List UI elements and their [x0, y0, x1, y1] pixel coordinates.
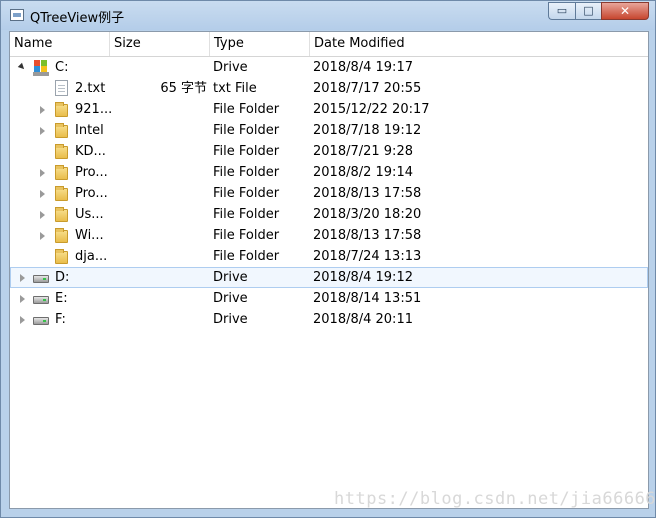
item-type: File Folder — [213, 102, 280, 117]
item-date-modified: 2018/7/24 13:13 — [313, 249, 422, 264]
expand-arrow-icon[interactable] — [40, 169, 45, 177]
expand-arrow-icon[interactable] — [40, 190, 45, 198]
item-date-modified: 2018/8/4 19:17 — [313, 60, 413, 75]
item-type: File Folder — [213, 207, 280, 222]
item-name: KD... — [75, 144, 106, 159]
item-name: Wi... — [75, 228, 104, 243]
item-date-modified: 2018/8/13 17:58 — [313, 228, 422, 243]
expand-arrow-icon[interactable] — [40, 211, 45, 219]
title-bar[interactable]: QTreeView例子 ▭ □ ✕ — [1, 1, 655, 30]
item-type: File Folder — [213, 165, 280, 180]
item-name: F: — [55, 312, 66, 327]
expand-arrow-icon[interactable] — [40, 127, 45, 135]
item-date-modified: 2018/7/18 19:12 — [313, 123, 422, 138]
collapse-arrow-icon[interactable] — [17, 62, 27, 72]
tree-row[interactable]: KD... File Folder 2018/7/21 9:28 — [10, 141, 648, 162]
tree-row[interactable]: D: Drive 2018/8/4 19:12 — [10, 267, 648, 288]
tree-row[interactable]: dja... File Folder 2018/7/24 13:13 — [10, 246, 648, 267]
folder-icon — [55, 228, 68, 243]
expand-arrow-icon[interactable] — [40, 232, 45, 240]
column-header-size[interactable]: Size — [110, 32, 210, 56]
item-date-modified: 2018/8/13 17:58 — [313, 186, 422, 201]
close-button[interactable]: ✕ — [601, 2, 649, 20]
item-date-modified: 2018/3/20 18:20 — [313, 207, 422, 222]
drive-icon — [33, 275, 49, 283]
folder-icon — [55, 102, 68, 117]
folder-icon — [55, 123, 68, 138]
item-type: File Folder — [213, 144, 280, 159]
item-size: 65 字节 — [160, 81, 207, 96]
tree-row[interactable]: Wi... File Folder 2018/8/13 17:58 — [10, 225, 648, 246]
item-type: Drive — [213, 60, 248, 75]
folder-icon — [55, 207, 68, 222]
item-date-modified: 2018/8/4 19:12 — [313, 270, 413, 285]
item-date-modified: 2018/7/17 20:55 — [313, 81, 422, 96]
item-type: Drive — [213, 270, 248, 285]
item-name: 921... — [75, 102, 113, 117]
expand-arrow-icon[interactable] — [20, 274, 25, 282]
tree-view[interactable]: Name Size Type Date Modified C: Drive 2018… — [9, 31, 649, 509]
watermark: https://blog.csdn.net/jia666666 — [334, 489, 656, 509]
item-name: Pro... — [75, 165, 108, 180]
file-icon — [55, 80, 68, 96]
item-type: File Folder — [213, 249, 280, 264]
minimize-button[interactable]: ▭ — [548, 2, 575, 20]
window-title: QTreeView例子 — [30, 11, 125, 26]
column-header-name[interactable]: Name — [10, 32, 110, 56]
window-controls: ▭ □ ✕ — [548, 2, 649, 21]
item-type: File Folder — [213, 123, 280, 138]
item-type: Drive — [213, 291, 248, 306]
item-date-modified: 2018/8/14 13:51 — [313, 291, 422, 306]
folder-icon — [55, 249, 68, 264]
tree-row[interactable]: E: Drive 2018/8/14 13:51 — [10, 288, 648, 309]
item-name: D: — [55, 270, 70, 285]
item-name: C: — [55, 60, 69, 75]
item-type: File Folder — [213, 228, 280, 243]
tree-row[interactable]: Pro... File Folder 2018/8/2 19:14 — [10, 162, 648, 183]
item-name: 2.txt — [75, 81, 106, 96]
expand-arrow-icon[interactable] — [20, 295, 25, 303]
app-window-icon — [10, 9, 24, 21]
item-name: E: — [55, 291, 68, 306]
folder-icon — [55, 144, 68, 159]
item-date-modified: 2018/8/2 19:14 — [313, 165, 413, 180]
tree-row[interactable]: C: Drive 2018/8/4 19:17 — [10, 57, 648, 78]
column-header-type[interactable]: Type — [210, 32, 310, 56]
item-date-modified: 2018/8/4 20:11 — [313, 312, 413, 327]
item-date-modified: 2018/7/21 9:28 — [313, 144, 413, 159]
expand-arrow-icon[interactable] — [40, 106, 45, 114]
item-type: File Folder — [213, 186, 280, 201]
column-header-date-modified[interactable]: Date Modified — [310, 32, 648, 56]
folder-icon — [55, 165, 68, 180]
item-name: Intel — [75, 123, 104, 138]
tree-row[interactable]: Us... File Folder 2018/3/20 18:20 — [10, 204, 648, 225]
item-type: txt File — [213, 81, 257, 96]
item-type: Drive — [213, 312, 248, 327]
windows-drive-icon — [33, 60, 49, 76]
tree-row[interactable]: Intel File Folder 2018/7/18 19:12 — [10, 120, 648, 141]
tree-header: Name Size Type Date Modified — [10, 32, 648, 57]
tree-row[interactable]: 921... File Folder 2015/12/22 20:17 — [10, 99, 648, 120]
item-name: Pro... — [75, 186, 108, 201]
folder-icon — [55, 186, 68, 201]
tree-row[interactable]: F: Drive 2018/8/4 20:11 — [10, 309, 648, 330]
tree-row[interactable]: Pro... File Folder 2018/8/13 17:58 — [10, 183, 648, 204]
main-window: QTreeView例子 ▭ □ ✕ Name Size Type Date Mo… — [0, 0, 656, 518]
item-name: dja... — [75, 249, 108, 264]
tree-row[interactable]: 2.txt 65 字节 txt File 2018/7/17 20:55 — [10, 78, 648, 99]
item-date-modified: 2015/12/22 20:17 — [313, 102, 430, 117]
drive-icon — [33, 317, 49, 325]
drive-icon — [33, 296, 49, 304]
item-name: Us... — [75, 207, 104, 222]
expand-arrow-icon[interactable] — [20, 316, 25, 324]
maximize-button[interactable]: □ — [575, 2, 601, 20]
